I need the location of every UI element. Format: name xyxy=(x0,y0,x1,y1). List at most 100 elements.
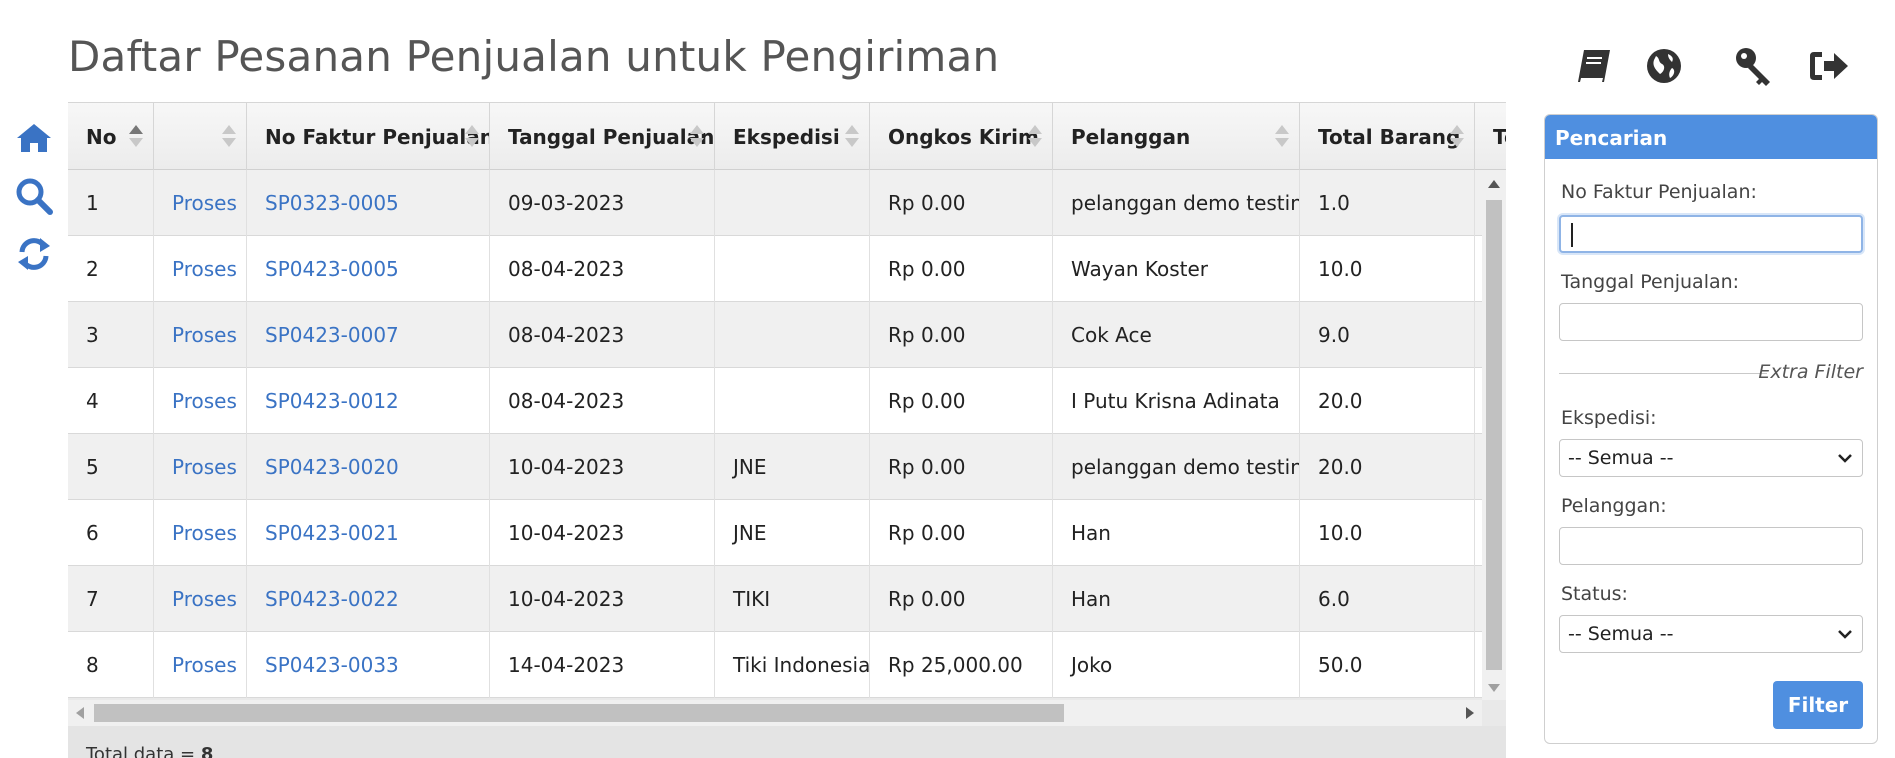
column-header-label: Pelanggan xyxy=(1071,125,1191,149)
sort-icon xyxy=(1450,125,1464,149)
logout-icon[interactable] xyxy=(1806,44,1850,88)
table-cell: JNE xyxy=(715,434,870,500)
sort-asc-icon xyxy=(129,125,143,149)
ekspedisi-select[interactable]: -- Semua -- xyxy=(1559,439,1863,477)
cell-tanggal: 10-04-2023 xyxy=(508,587,625,611)
tanggal-input[interactable] xyxy=(1559,303,1863,341)
proses-link[interactable]: Proses xyxy=(172,653,237,677)
table-cell: 08-04-2023 xyxy=(490,368,715,434)
table-row[interactable]: 6 Proses SP0423-0021 10-04-2023 JNE Rp 0.00 Ha… xyxy=(68,500,1482,566)
cell-ongkos: Rp 0.00 xyxy=(888,455,966,479)
proses-link[interactable]: Proses xyxy=(172,257,237,281)
column-header-action[interactable] xyxy=(154,103,247,171)
cell-ongkos: Rp 0.00 xyxy=(888,257,966,281)
cell-no: 1 xyxy=(86,191,99,215)
table-cell: Rp 0.00 xyxy=(870,500,1053,566)
table-cell: Proses xyxy=(154,434,247,500)
filter-button[interactable]: Filter xyxy=(1773,681,1863,729)
scroll-left-icon[interactable] xyxy=(76,707,84,719)
chevron-down-icon xyxy=(1838,454,1852,463)
cell-ongkos: Rp 0.00 xyxy=(888,587,966,611)
table-cell: Proses xyxy=(154,236,247,302)
cell-no: 2 xyxy=(86,257,99,281)
table-cell: Rp 0.00 xyxy=(870,236,1053,302)
table-cell: Han xyxy=(1053,500,1300,566)
cell-no: 5 xyxy=(86,455,99,479)
table-row[interactable]: 1 Proses SP0323-0005 09-03-2023 Rp 0.00 pelan… xyxy=(68,170,1482,236)
tanggal-label: Tanggal Penjualan: xyxy=(1561,271,1740,293)
cell-tanggal: 14-04-2023 xyxy=(508,653,625,677)
search-icon[interactable] xyxy=(14,176,54,216)
table-cell: Rp 0.00 xyxy=(870,302,1053,368)
column-header-no[interactable]: No xyxy=(68,103,154,171)
table-cell: Proses xyxy=(154,566,247,632)
cell-pelanggan: Han xyxy=(1071,521,1111,545)
table-cell: 10-04-2023 xyxy=(490,500,715,566)
column-header-faktur[interactable]: No Faktur Penjualan xyxy=(247,103,490,171)
column-header-total[interactable]: To xyxy=(1475,103,1506,171)
cell-total-barang: 50.0 xyxy=(1318,653,1363,677)
key-icon[interactable] xyxy=(1732,44,1776,88)
proses-link[interactable]: Proses xyxy=(172,389,237,413)
column-header-ekspedisi[interactable]: Ekspedisi xyxy=(715,103,870,171)
cell-ekspedisi: JNE xyxy=(733,455,767,479)
refresh-icon[interactable] xyxy=(14,234,54,274)
cell-ongkos: Rp 0.00 xyxy=(888,323,966,347)
scrollbar-thumb[interactable] xyxy=(94,704,1064,722)
scrollbar-thumb[interactable] xyxy=(1486,200,1502,670)
grid-header: No No Faktur Penjualan Tanggal Penjualan… xyxy=(68,102,1506,171)
vertical-scrollbar[interactable] xyxy=(1482,170,1506,700)
table-cell: 10.0 xyxy=(1300,500,1475,566)
faktur-link[interactable]: SP0423-0005 xyxy=(265,257,399,281)
scroll-up-icon[interactable] xyxy=(1488,180,1500,188)
faktur-link[interactable]: SP0423-0012 xyxy=(265,389,399,413)
table-cell: SP0423-0012 xyxy=(247,368,490,434)
sort-icon xyxy=(1028,125,1042,149)
faktur-link[interactable]: SP0423-0007 xyxy=(265,323,399,347)
globe-icon[interactable] xyxy=(1642,44,1686,88)
proses-link[interactable]: Proses xyxy=(172,521,237,545)
extra-filter-label: Extra Filter xyxy=(1758,361,1863,383)
table-cell: TIKI xyxy=(715,566,870,632)
book-icon[interactable] xyxy=(1572,44,1616,88)
column-header-label: No xyxy=(86,125,117,149)
sort-icon xyxy=(465,125,479,149)
table-row[interactable]: 7 Proses SP0423-0022 10-04-2023 TIKI Rp 0.00 H… xyxy=(68,566,1482,632)
scroll-right-icon[interactable] xyxy=(1466,707,1474,719)
scroll-down-icon[interactable] xyxy=(1488,684,1500,692)
home-icon[interactable] xyxy=(14,118,54,158)
cell-tanggal: 09-03-2023 xyxy=(508,191,625,215)
status-select[interactable]: -- Semua -- xyxy=(1559,615,1863,653)
pelanggan-input[interactable] xyxy=(1559,527,1863,565)
faktur-link[interactable]: SP0323-0005 xyxy=(265,191,399,215)
left-toolbar xyxy=(14,118,54,292)
table-row[interactable]: 3 Proses SP0423-0007 08-04-2023 Rp 0.00 Cok A… xyxy=(68,302,1482,368)
table-row[interactable]: 5 Proses SP0423-0020 10-04-2023 JNE Rp 0.00 pe… xyxy=(68,434,1482,500)
table-cell: 1 xyxy=(68,170,154,236)
cell-pelanggan: Wayan Koster xyxy=(1071,257,1209,281)
horizontal-scrollbar[interactable] xyxy=(68,700,1482,726)
table-cell xyxy=(715,170,870,236)
faktur-input[interactable] xyxy=(1559,215,1863,253)
table-cell: Proses xyxy=(154,170,247,236)
faktur-link[interactable]: SP0423-0022 xyxy=(265,587,399,611)
column-header-total-barang[interactable]: Total Barang xyxy=(1300,103,1475,171)
table-cell xyxy=(715,236,870,302)
column-header-pelanggan[interactable]: Pelanggan xyxy=(1053,103,1300,171)
table-row[interactable]: 2 Proses SP0423-0005 08-04-2023 Rp 0.00 Wayan… xyxy=(68,236,1482,302)
faktur-link[interactable]: SP0423-0020 xyxy=(265,455,399,479)
table-cell: Rp 0.00 xyxy=(870,434,1053,500)
data-grid: No No Faktur Penjualan Tanggal Penjualan… xyxy=(68,102,1506,758)
table-cell: 8 xyxy=(68,632,154,698)
proses-link[interactable]: Proses xyxy=(172,455,237,479)
faktur-link[interactable]: SP0423-0021 xyxy=(265,521,399,545)
table-cell: JNE xyxy=(715,500,870,566)
table-row[interactable]: 4 Proses SP0423-0012 08-04-2023 Rp 0.00 I Put… xyxy=(68,368,1482,434)
table-row[interactable]: 8 Proses SP0423-0033 14-04-2023 Tiki Indones… xyxy=(68,632,1482,698)
proses-link[interactable]: Proses xyxy=(172,587,237,611)
proses-link[interactable]: Proses xyxy=(172,323,237,347)
column-header-ongkos[interactable]: Ongkos Kirim xyxy=(870,103,1053,171)
proses-link[interactable]: Proses xyxy=(172,191,237,215)
column-header-tanggal[interactable]: Tanggal Penjualan xyxy=(490,103,715,171)
faktur-link[interactable]: SP0423-0033 xyxy=(265,653,399,677)
